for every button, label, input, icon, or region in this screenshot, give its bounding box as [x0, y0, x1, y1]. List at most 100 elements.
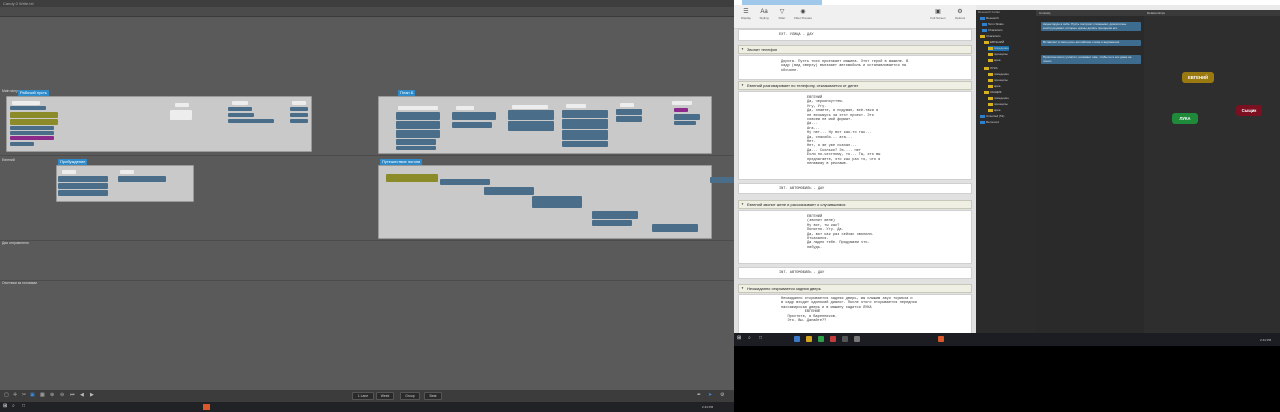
- beat-view-button[interactable]: Beat: [424, 392, 442, 400]
- beat-card[interactable]: [120, 170, 134, 174]
- beat-card[interactable]: [616, 109, 642, 115]
- app-icon[interactable]: [830, 336, 836, 342]
- start-icon[interactable]: ⊞: [3, 403, 7, 409]
- lane-view-button[interactable]: 1 Lane: [352, 392, 374, 400]
- search-icon[interactable]: ⌕: [12, 403, 15, 409]
- outline-item[interactable]: Term Slides: [982, 22, 1004, 27]
- outline-item[interactable]: поведение: [988, 96, 1009, 101]
- beat-card[interactable]: [512, 105, 548, 109]
- beat-card[interactable]: [484, 187, 534, 195]
- beat-card[interactable]: [440, 179, 490, 185]
- note-card[interactable]: Акцентирую в себе. Пусть построят сложны…: [1041, 22, 1141, 32]
- scene-slug-block[interactable]: EXT. УЛИЦА - ДАУ: [738, 29, 972, 41]
- taskview-icon[interactable]: □: [759, 335, 762, 341]
- outline-item[interactable]: арка: [988, 58, 1000, 63]
- beat-card[interactable]: [58, 176, 108, 182]
- beat-card[interactable]: [562, 110, 608, 118]
- stack-icon[interactable]: ▣: [30, 392, 35, 398]
- note-card[interactable]: Пропитан всего уплатил, напевает сам, чт…: [1041, 55, 1141, 65]
- scene-header[interactable]: Неожиданно открывается задняя дверь: [738, 284, 972, 293]
- first-icon[interactable]: ⏮: [70, 392, 75, 398]
- lane-header[interactable]: Охотники за головами: [2, 281, 37, 285]
- outline-item[interactable]: Unsorted (51): [980, 114, 1004, 119]
- beat-card[interactable]: [290, 119, 308, 123]
- scene-slug-block[interactable]: INT. АВТОМОБИЛЬ - ДАУ: [738, 183, 972, 194]
- beat-card[interactable]: [562, 141, 608, 147]
- scene-body[interactable]: Дорога. Пусть тихо проезжает машина. Это…: [738, 55, 972, 80]
- app-icon[interactable]: [794, 336, 800, 342]
- beat-card[interactable]: [674, 121, 696, 125]
- outline-item-selected[interactable]: поведение: [988, 46, 1009, 51]
- app-icon[interactable]: [854, 336, 860, 342]
- beat-card[interactable]: [566, 104, 586, 108]
- beat-card[interactable]: [232, 101, 248, 105]
- beat-card[interactable]: [10, 126, 54, 130]
- search-icon[interactable]: ⌕: [748, 335, 751, 341]
- panel-label[interactable]: Рабочий пусть: [18, 90, 49, 96]
- beat-card[interactable]: [396, 121, 440, 129]
- beat-card[interactable]: [532, 196, 582, 208]
- full-screen-button[interactable]: ▣ Full Screen: [930, 8, 946, 20]
- scene-body[interactable]: ЕВГЕНИЙ Да, черкиноуттем. Угу, Угу. Да, …: [738, 91, 972, 180]
- beat-card[interactable]: [10, 112, 58, 118]
- outline-item[interactable]: Characters: [980, 34, 1001, 39]
- outline-item[interactable]: СЫЩИК: [984, 90, 1002, 95]
- beat-card[interactable]: [10, 106, 46, 110]
- prev-icon[interactable]: ◀: [80, 392, 84, 398]
- attach-icon[interactable]: ✒: [697, 392, 701, 398]
- beat-card[interactable]: [10, 131, 54, 135]
- beat-card[interactable]: [508, 110, 554, 120]
- beat-card[interactable]: [592, 211, 638, 219]
- beat-card[interactable]: [456, 106, 474, 110]
- beat-card[interactable]: [616, 116, 642, 122]
- outline-item[interactable]: ЛУКА: [984, 66, 998, 71]
- beat-card[interactable]: [562, 130, 608, 140]
- beat-card[interactable]: [170, 110, 192, 120]
- script-editor[interactable]: EXT. УЛИЦА - ДАУ Звонит телефон Дорога. …: [734, 29, 976, 346]
- outline-item[interactable]: Characters: [982, 28, 1003, 33]
- grid-icon[interactable]: ▦: [40, 392, 45, 398]
- move-icon[interactable]: ✛: [13, 392, 17, 398]
- week-view-button[interactable]: Week: [376, 392, 394, 400]
- beat-card[interactable]: [228, 119, 274, 123]
- outline-item[interactable]: поведение: [988, 72, 1009, 77]
- outline-item[interactable]: Removed: [980, 120, 999, 125]
- outline-item[interactable]: Research: [980, 16, 999, 21]
- send-icon[interactable]: ➤: [708, 392, 712, 398]
- display-button[interactable]: ☰ Display: [738, 8, 754, 20]
- beat-card[interactable]: [652, 224, 698, 232]
- next-icon[interactable]: ▶: [90, 392, 94, 398]
- outline-item[interactable]: принципы: [988, 102, 1008, 107]
- split-icon[interactable]: ✂: [22, 392, 26, 398]
- beat-card[interactable]: [396, 112, 440, 120]
- beat-card[interactable]: [674, 114, 700, 120]
- scene-header[interactable]: Евгений разговаривает по телефону, отказ…: [738, 81, 972, 90]
- beat-card[interactable]: [290, 113, 308, 117]
- character-node[interactable]: ЛУКА: [1172, 113, 1198, 124]
- zoom-out-icon[interactable]: ⊖: [60, 392, 64, 398]
- beat-card[interactable]: [674, 108, 688, 112]
- beat-card[interactable]: [672, 101, 692, 105]
- scene-header[interactable]: Звонит телефон: [738, 45, 972, 54]
- styling-button[interactable]: Aa Styling: [756, 8, 772, 20]
- beat-card[interactable]: [58, 190, 108, 196]
- beat-card[interactable]: [175, 103, 189, 107]
- filter-presets-button[interactable]: ◉ Filter Presets: [790, 8, 816, 20]
- beat-card[interactable]: [12, 101, 40, 105]
- character-node[interactable]: Сыщик: [1236, 105, 1262, 116]
- beat-card[interactable]: [508, 121, 554, 131]
- outline-item[interactable]: ЕВГЕНИЙ: [984, 40, 1004, 45]
- filter-button[interactable]: ▽ Filter: [774, 8, 790, 20]
- beat-card[interactable]: [452, 112, 496, 120]
- app-icon[interactable]: [938, 336, 944, 342]
- beat-card[interactable]: [386, 174, 438, 182]
- settings-icon[interactable]: ⚙: [720, 392, 724, 398]
- beat-card[interactable]: [10, 136, 54, 140]
- panel-label[interactable]: Пробуждение: [58, 159, 88, 165]
- select-icon[interactable]: ▢: [4, 392, 9, 398]
- app-icon[interactable]: [818, 336, 824, 342]
- taskview-icon[interactable]: □: [22, 403, 25, 409]
- note-card[interactable]: Вставляет в свою речь английские слова и…: [1041, 40, 1141, 46]
- panel-label[interactable]: План Б: [398, 90, 416, 96]
- outline-item[interactable]: арка: [988, 84, 1000, 89]
